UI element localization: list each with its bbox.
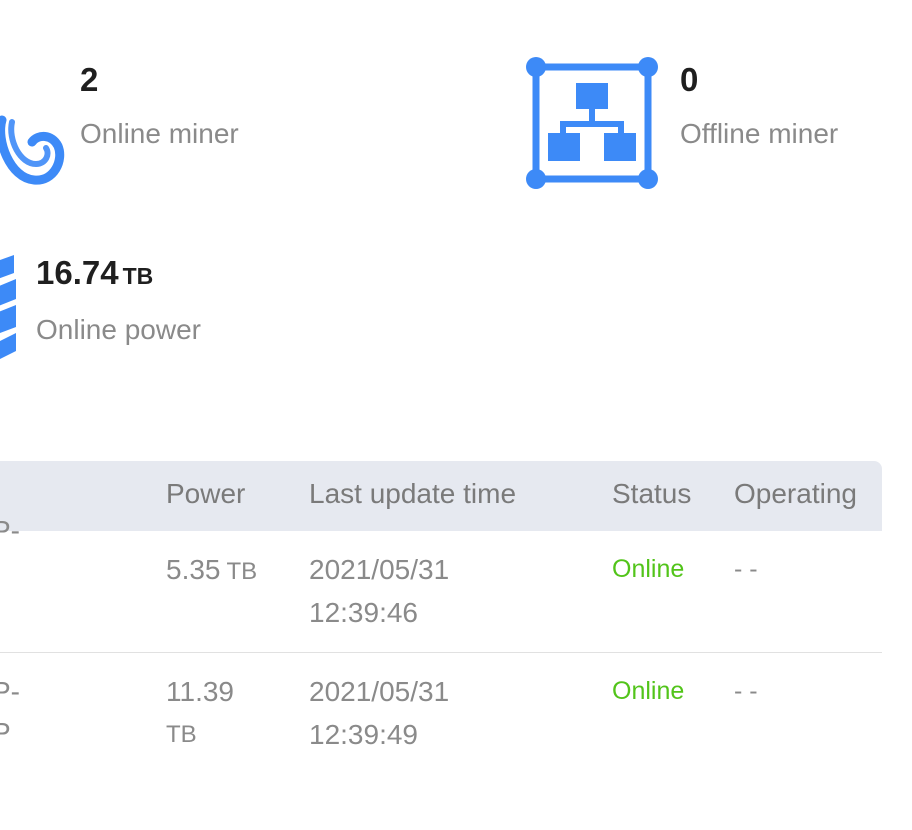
online-miner-label: Online miner xyxy=(80,118,239,149)
miner-table: Power Last update time Status Operating … xyxy=(0,461,882,823)
operating-cell: - - xyxy=(734,677,758,705)
status-badge: Online xyxy=(612,677,685,705)
column-header-operating: Operating xyxy=(734,478,857,509)
status-badge: Online xyxy=(612,555,685,583)
last-update-time: 12:39:49 xyxy=(309,719,418,750)
column-header-status[interactable]: Status xyxy=(612,461,691,531)
online-miner-stat: 2 Online miner xyxy=(80,63,239,148)
online-power-label: Online power xyxy=(36,314,201,345)
offline-miner-label: Offline miner xyxy=(680,118,839,149)
last-update-date: 2021/05/31 xyxy=(309,554,450,585)
offline-miner-stat: 0 Offline miner xyxy=(680,63,838,148)
table-header: Power Last update time Status Operating xyxy=(0,461,882,531)
miner-name-line1: P- xyxy=(0,515,20,546)
online-miner-count: 2 xyxy=(80,61,99,98)
power-value: 5.35 xyxy=(166,554,221,585)
last-update-time: 12:39:46 xyxy=(309,597,418,628)
power-value: 11.39 xyxy=(166,676,234,707)
last-update-date: 2021/05/31 xyxy=(309,676,450,707)
table-row[interactable]: P- P 11.39 TB 2021/05/31 12:39:49 Online… xyxy=(0,653,882,823)
column-header-power[interactable]: Power xyxy=(166,461,245,531)
network-hierarchy-icon xyxy=(524,55,664,191)
table-row[interactable]: P- 5.35 TB 2021/05/31 12:39:46 Online - - xyxy=(0,515,882,653)
online-power-stat: 16.74 TB Online power xyxy=(36,256,201,344)
online-power-unit: TB xyxy=(122,263,154,289)
power-unit: TB xyxy=(166,721,197,748)
link-loop-icon xyxy=(0,100,70,190)
operating-cell: - - xyxy=(734,555,758,583)
miner-name-line1: P- xyxy=(0,676,20,707)
online-power-value: 16.74 xyxy=(36,254,119,291)
power-unit: TB xyxy=(226,558,258,585)
storage-stack-icon xyxy=(0,255,20,377)
power-cell: 5.35 TB xyxy=(166,548,257,593)
miner-overview-page: 2 Online miner 0 Offline miner 16.74 TB … xyxy=(0,0,912,830)
miner-name-line2: P xyxy=(0,717,11,748)
column-header-last-update-time[interactable]: Last update time xyxy=(309,461,516,531)
offline-miner-count: 0 xyxy=(680,61,699,98)
